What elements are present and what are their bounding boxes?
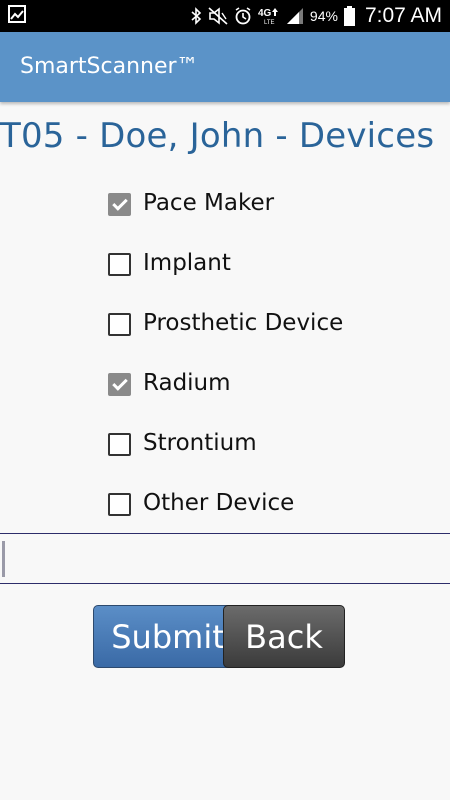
mute-icon: [208, 7, 228, 25]
svg-text:4G: 4G: [258, 8, 272, 19]
page-title: T05 - Doe, John - Devices: [0, 116, 435, 156]
implant-checkbox[interactable]: [108, 253, 131, 276]
gallery-icon: [8, 5, 26, 23]
device-label[interactable]: Implant: [143, 246, 231, 280]
text-cursor: [2, 541, 5, 577]
status-time: 7:07 AM: [364, 4, 442, 27]
battery-percent: 94%: [309, 8, 338, 24]
other-device-checkbox[interactable]: [108, 493, 131, 516]
device-label[interactable]: Pace Maker: [143, 186, 274, 220]
device-item-radium[interactable]: Radium: [108, 366, 343, 426]
device-item-prosthetic-device[interactable]: Prosthetic Device: [108, 306, 343, 366]
submit-button[interactable]: Submit: [93, 605, 243, 668]
notes-input[interactable]: [0, 533, 450, 584]
device-item-strontium[interactable]: Strontium: [108, 426, 343, 486]
network-icon: 4G LTE: [258, 8, 278, 26]
svg-text:LTE: LTE: [264, 20, 275, 26]
device-label[interactable]: Prosthetic Device: [143, 306, 343, 340]
prosthetic-device-checkbox[interactable]: [108, 313, 131, 336]
device-item-implant[interactable]: Implant: [108, 246, 343, 306]
app-title: SmartScanner™: [20, 54, 199, 79]
device-label[interactable]: Radium: [143, 366, 231, 400]
device-label[interactable]: Strontium: [143, 426, 257, 460]
device-label[interactable]: Other Device: [143, 486, 294, 520]
battery-icon: [343, 6, 355, 26]
device-checklist: Pace Maker Implant Prosthetic Device Rad…: [108, 186, 343, 546]
app-bar: SmartScanner™: [0, 32, 450, 102]
strontium-checkbox[interactable]: [108, 433, 131, 456]
bluetooth-icon: [191, 7, 202, 25]
device-item-pace-maker[interactable]: Pace Maker: [108, 186, 343, 246]
back-button[interactable]: Back: [223, 605, 345, 668]
pace-maker-checkbox[interactable]: [108, 193, 131, 216]
alarm-icon: [235, 7, 251, 25]
status-bar: 4G LTE 94% 7:07 AM: [0, 0, 450, 32]
radium-checkbox[interactable]: [108, 373, 131, 396]
signal-icon: [286, 8, 303, 24]
